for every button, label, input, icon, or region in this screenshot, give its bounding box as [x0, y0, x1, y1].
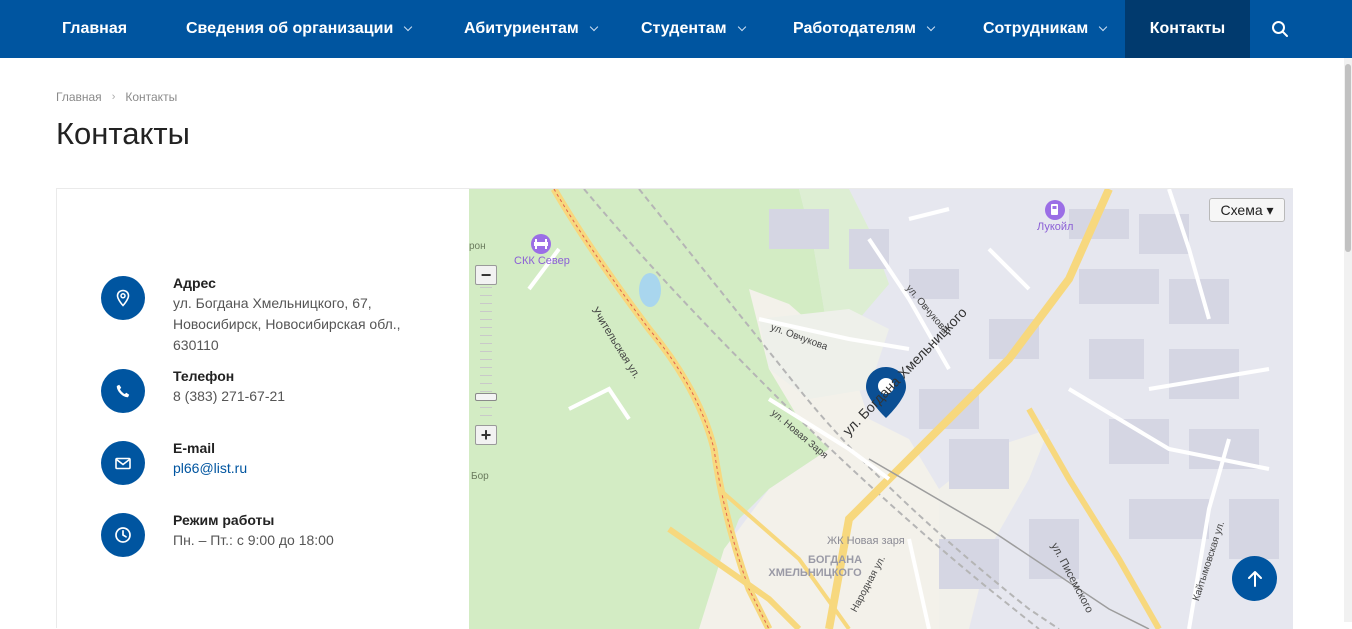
map-label-ron: рон	[469, 241, 486, 252]
zoom-out-button[interactable]: −	[475, 265, 497, 285]
scroll-to-top-button[interactable]	[1232, 556, 1277, 601]
phone-label: Телефон	[173, 368, 235, 384]
chevron-down-icon	[737, 22, 746, 32]
nav-item-home[interactable]: Главная	[62, 0, 127, 58]
zoom-control: − +	[475, 265, 497, 445]
chevron-down-icon	[404, 22, 413, 32]
phone-icon	[101, 369, 145, 413]
nav-label: Контакты	[1149, 20, 1226, 37]
nav-label: Сведения об организации	[186, 20, 394, 37]
nav-label: Главная	[62, 20, 128, 37]
nav-item-staff[interactable]: Сотрудникам	[983, 0, 1108, 58]
nav-label: Студентам	[641, 20, 727, 37]
nav-label: Сотрудникам	[983, 20, 1089, 37]
contact-email: E-mail pl66@list.ru	[101, 440, 433, 485]
nav-label: Работодателям	[793, 20, 916, 37]
map[interactable]: СКК Север Лукойл рон Бор Учительская ул.…	[469, 189, 1293, 629]
chevron-right-icon: ›	[111, 91, 116, 103]
chevron-down-icon	[926, 22, 936, 32]
map-type-dropdown[interactable]: Схема ▾	[1209, 198, 1285, 222]
location-icon	[101, 276, 145, 320]
zoom-in-button[interactable]: +	[475, 425, 497, 445]
map-label-zhk: ЖК Новая заря	[827, 535, 905, 547]
breadcrumb-current: Контакты	[125, 90, 178, 104]
chevron-down-icon	[589, 22, 598, 32]
address-line-3: 630110	[173, 337, 219, 353]
nav-item-students[interactable]: Студентам	[641, 0, 746, 58]
hours-value: Пн. – Пт.: с 9:00 до 18:00	[173, 532, 334, 548]
nav-item-employers[interactable]: Работодателям	[793, 0, 936, 58]
address-line-1: ул. Богдана Хмельницкого, 67,	[173, 295, 372, 311]
lake	[639, 273, 661, 307]
hours-label: Режим работы	[173, 512, 275, 528]
address-label: Адрес	[173, 275, 216, 291]
contact-address: Адрес ул. Богдана Хмельницкого, 67, Ново…	[101, 275, 433, 356]
nav-item-applicants[interactable]: Абитуриентам	[464, 0, 598, 58]
nav-item-organization[interactable]: Сведения об организации	[186, 0, 413, 58]
map-label-district-2: ХМЕЛЬНИЦКОГО	[768, 567, 862, 579]
breadcrumb: Главная › Контакты	[56, 90, 177, 104]
contact-phone: Телефон 8 (383) 271-67-21	[101, 368, 433, 413]
address-line-2: Новосибирск, Новосибирская обл.,	[173, 316, 401, 332]
breadcrumb-home-link[interactable]: Главная	[56, 90, 102, 104]
gym-icon	[531, 234, 551, 254]
map-label-skk: СКК Север	[514, 255, 570, 267]
zoom-slider-handle[interactable]	[475, 393, 497, 401]
search-icon	[1272, 21, 1288, 37]
scrollbar-thumb[interactable]	[1345, 64, 1351, 252]
map-label-bor: Бор	[471, 471, 489, 482]
email-label: E-mail	[173, 440, 216, 456]
nav-item-contacts[interactable]: Контакты	[1125, 0, 1250, 58]
nav-label: Абитуриентам	[464, 20, 579, 37]
phone-value[interactable]: 8 (383) 271-67-21	[173, 386, 433, 407]
chevron-down-icon	[1098, 22, 1108, 32]
mail-icon	[101, 441, 145, 485]
search-button[interactable]	[1254, 0, 1306, 58]
contacts-card: Адрес ул. Богдана Хмельницкого, 67, Ново…	[56, 188, 1293, 629]
arrow-up-icon	[1247, 570, 1262, 587]
contact-info-panel: Адрес ул. Богдана Хмельницкого, 67, Ново…	[57, 189, 470, 629]
contact-hours: Режим работы Пн. – Пт.: с 9:00 до 18:00	[101, 512, 433, 557]
fuel-station-icon	[1045, 200, 1065, 220]
clock-icon	[101, 513, 145, 557]
email-link[interactable]: pl66@list.ru	[173, 458, 433, 479]
map-label-lukoil: Лукойл	[1037, 221, 1074, 233]
top-navigation: Главная Сведения об организации Абитурие…	[0, 0, 1352, 58]
page-title: Контакты	[56, 116, 190, 151]
